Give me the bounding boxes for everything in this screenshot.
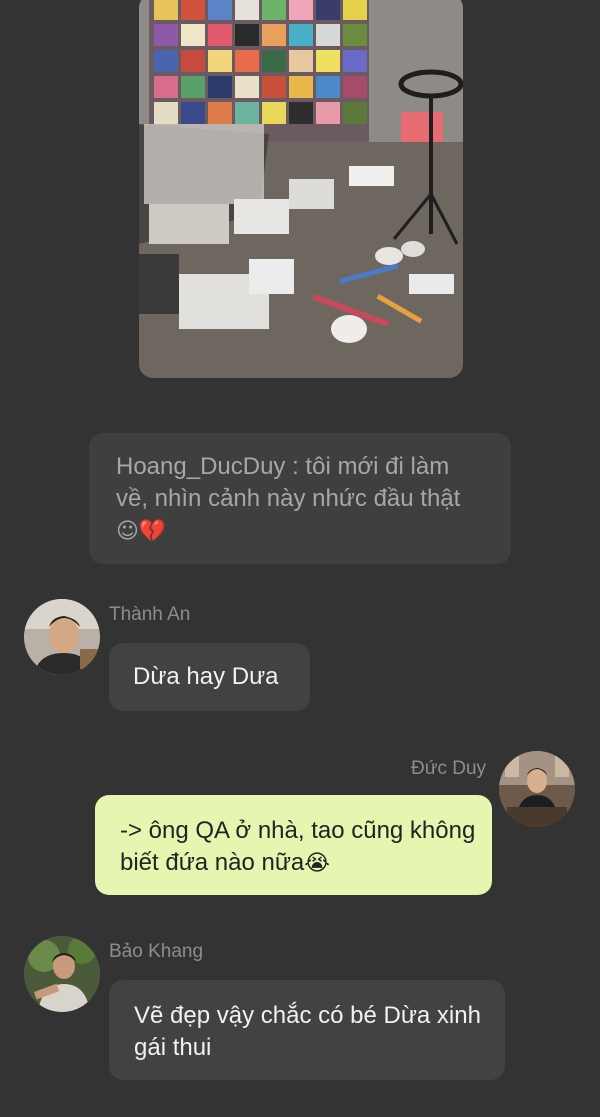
message-bubble[interactable]: Vẽ đẹp vậy chắc có bé Dừa xinh gái thui: [109, 980, 505, 1080]
message-bubble[interactable]: Dừa hay Dưa: [109, 643, 310, 711]
message-text: Dừa hay Dưa: [133, 663, 279, 690]
avatar-duc-duy[interactable]: [499, 751, 575, 827]
quoted-message-text: Hoang_DucDuy : tôi mới đi làm về, nhìn c…: [116, 453, 461, 512]
message-bubble-outgoing[interactable]: -> ông QA ở nhà, tao cũng không biết đứa…: [95, 795, 492, 895]
person-avatar-icon: [24, 936, 100, 1012]
sender-name: Thành An: [109, 604, 191, 625]
crying-face-emoji: 😭: [304, 851, 330, 876]
smile-heartbreak-emoji: ☺💔: [116, 519, 167, 544]
quoted-message[interactable]: Hoang_DucDuy : tôi mới đi làm về, nhìn c…: [89, 433, 511, 564]
message-text: -> ông QA ở nhà, tao cũng không biết đứa…: [120, 817, 476, 876]
person-avatar-icon: [24, 599, 100, 675]
photo-image: [139, 0, 463, 378]
message-text: Vẽ đẹp vậy chắc có bé Dừa xinh gái thui: [134, 1002, 481, 1061]
avatar-bao-khang[interactable]: [24, 936, 100, 1012]
shared-photo[interactable]: [139, 0, 463, 378]
avatar-thanh-an[interactable]: [24, 599, 100, 675]
person-avatar-icon: [499, 751, 575, 827]
sender-name: Đức Duy: [411, 758, 487, 779]
sender-name: Bảo Khang: [109, 941, 204, 962]
